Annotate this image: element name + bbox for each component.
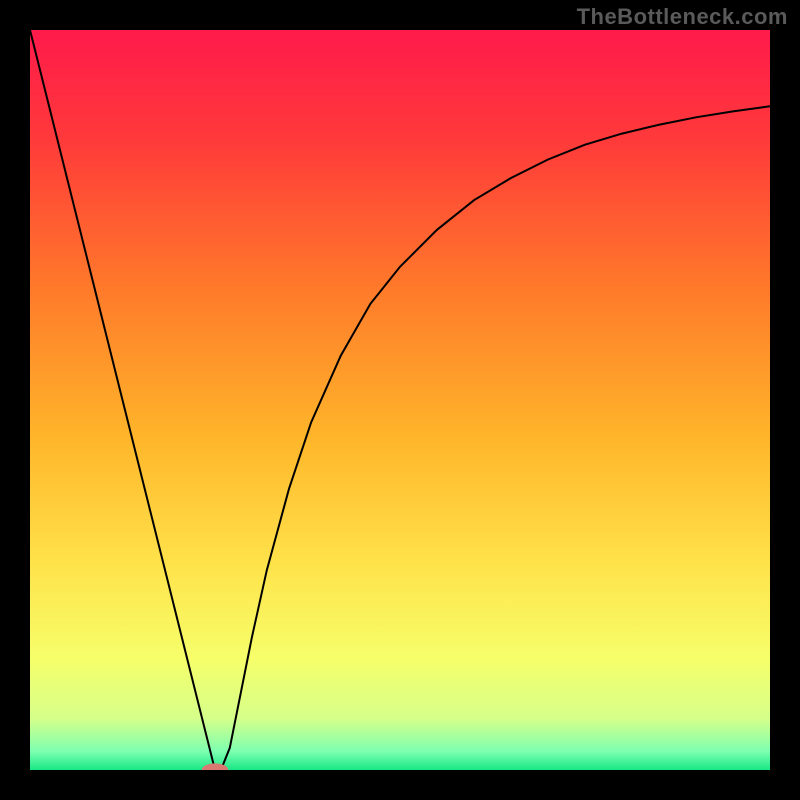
watermark-text: TheBottleneck.com xyxy=(577,4,788,30)
chart-frame: TheBottleneck.com xyxy=(0,0,800,800)
chart-background xyxy=(30,30,770,770)
chart-svg xyxy=(30,30,770,770)
plot-area xyxy=(30,30,770,770)
